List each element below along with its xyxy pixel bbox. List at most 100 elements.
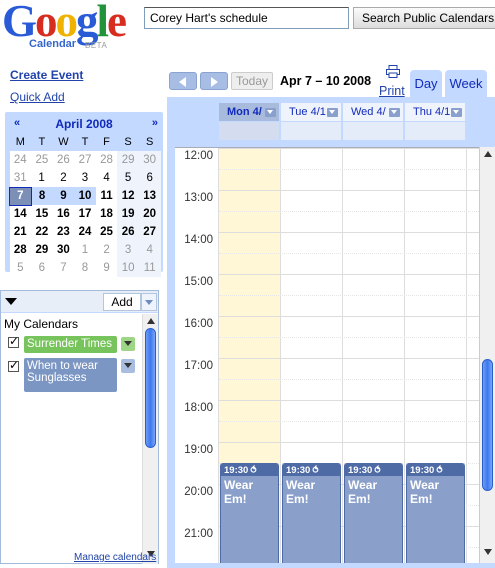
mini-calendar-next-month[interactable]: » — [152, 117, 158, 129]
mini-calendar-day[interactable]: 24 — [9, 151, 32, 169]
search-public-calendars-input[interactable] — [144, 7, 349, 29]
google-calendar-logo[interactable]: Google Calendar BETA — [2, 0, 136, 52]
mini-calendar-day[interactable]: 2 — [95, 241, 118, 259]
mini-calendar-day[interactable]: 19 — [117, 205, 139, 223]
event-title: Wear Em! — [224, 478, 254, 506]
mini-calendar-prev-month[interactable]: « — [14, 117, 20, 129]
calendar-menu-surrender-times[interactable] — [121, 337, 135, 351]
mini-calendar-day[interactable]: 3 — [117, 241, 139, 259]
calendar-menu-sunglasses[interactable] — [121, 359, 135, 373]
mini-calendar-day[interactable]: 28 — [9, 241, 32, 259]
mini-calendar-day[interactable]: 5 — [9, 259, 32, 277]
mini-calendar-day[interactable]: 12 — [117, 187, 139, 205]
day-header-label: Tue 4/1 — [289, 106, 326, 118]
mini-calendar-day[interactable]: 1 — [31, 169, 53, 187]
mini-calendar-day[interactable]: 8 — [74, 259, 96, 277]
mini-calendar-day[interactable]: 25 — [95, 223, 118, 241]
mini-calendar-day[interactable]: 3 — [74, 169, 96, 187]
add-calendar-button[interactable]: Add — [103, 293, 141, 311]
mini-calendar-weekday: W — [58, 136, 69, 148]
manage-calendars-link[interactable]: Manage calendars — [74, 552, 156, 563]
mini-calendar-day[interactable]: 11 — [138, 259, 161, 277]
mini-calendar-day[interactable]: 30 — [138, 151, 161, 169]
mini-calendar-day[interactable]: 4 — [95, 169, 118, 187]
mini-calendar-day[interactable]: 7 — [9, 186, 32, 206]
mini-calendar-day[interactable]: 27 — [138, 223, 161, 241]
next-period-button[interactable] — [200, 72, 228, 90]
mini-calendar-day[interactable]: 26 — [52, 151, 75, 169]
collapse-triangle-icon[interactable] — [5, 298, 17, 305]
day-menu-icon[interactable] — [451, 108, 462, 117]
day-header[interactable]: Mon 4/ — [219, 103, 279, 121]
mini-calendar-day[interactable]: 1 — [74, 241, 96, 259]
mini-calendar-day[interactable]: 14 — [9, 205, 32, 223]
mini-calendar-day[interactable]: 10 — [117, 259, 139, 277]
mini-calendar-day[interactable]: 10 — [74, 187, 96, 205]
calendar-checkbox-sunglasses[interactable] — [8, 358, 19, 372]
mini-calendar-day[interactable]: 27 — [74, 151, 96, 169]
mini-calendar-day[interactable]: 11 — [95, 187, 118, 205]
mini-calendar-day[interactable]: 4 — [138, 241, 161, 259]
print-link[interactable]: Print — [378, 64, 408, 98]
calendar-label-surrender-times[interactable]: Surrender Times — [24, 336, 117, 353]
day-header[interactable]: Tue 4/1 — [281, 103, 341, 121]
mini-calendar-day[interactable]: 2 — [52, 169, 75, 187]
event-chip[interactable]: 19:30 ⥀ Wear Em! — [406, 463, 465, 563]
quick-add-link[interactable]: Quick Add — [10, 90, 65, 104]
mini-calendar-day[interactable]: 7 — [52, 259, 75, 277]
mini-calendar-day[interactable]: 16 — [52, 205, 75, 223]
mini-calendar-day[interactable]: 6 — [138, 169, 161, 187]
all-day-cell[interactable] — [219, 122, 279, 140]
hour-line — [219, 400, 479, 401]
mini-calendar-day[interactable]: 26 — [117, 223, 139, 241]
event-chip[interactable]: 19:30 ⥀ Wear Em! — [344, 463, 403, 563]
create-event-link[interactable]: Create Event — [10, 68, 83, 82]
search-public-calendars-button[interactable]: Search Public Calendars — [353, 7, 495, 29]
day-menu-icon[interactable] — [389, 108, 400, 117]
mini-calendar-day[interactable]: 13 — [138, 187, 161, 205]
tab-week[interactable]: Week — [445, 70, 487, 97]
day-header[interactable]: Thu 4/1 — [405, 103, 465, 121]
mini-calendar-day[interactable]: 28 — [95, 151, 118, 169]
all-day-cell[interactable] — [281, 122, 341, 140]
mini-calendar-day[interactable]: 30 — [52, 241, 75, 259]
week-view-scrollbar[interactable] — [479, 147, 495, 563]
mini-calendar-day[interactable]: 9 — [95, 259, 118, 277]
mini-calendar-day[interactable]: 20 — [138, 205, 161, 223]
time-grid[interactable]: 12:00 13:00 14:00 15:00 16:00 17:00 18:00 19:00… — [175, 147, 479, 563]
scroll-up-icon[interactable] — [484, 151, 492, 157]
mini-calendar-day[interactable]: 15 — [31, 205, 53, 223]
mini-calendar-day[interactable]: 24 — [74, 223, 96, 241]
mini-calendar-day[interactable]: 18 — [95, 205, 118, 223]
calendars-panel-scrollbar[interactable] — [142, 314, 158, 564]
mini-calendar-day[interactable]: 21 — [9, 223, 32, 241]
mini-calendar-day[interactable]: 31 — [9, 169, 32, 187]
event-chip[interactable]: 19:30 ⥀ Wear Em! — [282, 463, 341, 563]
mini-calendar-day[interactable]: 17 — [74, 205, 96, 223]
scroll-thumb[interactable] — [145, 328, 156, 448]
mini-calendar-day[interactable]: 29 — [31, 241, 53, 259]
mini-calendar-day[interactable]: 5 — [117, 169, 139, 187]
mini-calendar-day[interactable]: 6 — [31, 259, 53, 277]
scroll-up-icon[interactable] — [147, 318, 155, 324]
mini-calendar-day[interactable]: 9 — [52, 187, 75, 205]
calendar-checkbox-surrender-times[interactable] — [8, 334, 19, 348]
calendar-label-sunglasses[interactable]: When to wear Sunglasses — [24, 358, 117, 392]
day-menu-icon[interactable] — [327, 108, 338, 117]
mini-calendar-day[interactable]: 29 — [117, 151, 139, 169]
all-day-cell[interactable] — [405, 122, 465, 140]
mini-calendar-day[interactable]: 23 — [52, 223, 75, 241]
add-calendar-dropdown[interactable] — [141, 293, 157, 311]
event-chip[interactable]: 19:30 ⥀ Wear Em! — [220, 463, 279, 563]
mini-calendar-day[interactable]: 25 — [31, 151, 53, 169]
all-day-cell[interactable] — [343, 122, 403, 140]
day-menu-icon[interactable] — [265, 108, 276, 117]
scroll-down-icon[interactable] — [484, 549, 492, 555]
mini-calendar-day[interactable]: 22 — [31, 223, 53, 241]
today-button[interactable]: Today — [231, 72, 273, 90]
scroll-thumb[interactable] — [482, 359, 493, 491]
day-header[interactable]: Wed 4/ — [343, 103, 403, 121]
previous-period-button[interactable] — [169, 72, 197, 90]
mini-calendar-day[interactable]: 8 — [31, 187, 53, 205]
tab-day[interactable]: Day — [410, 70, 442, 97]
